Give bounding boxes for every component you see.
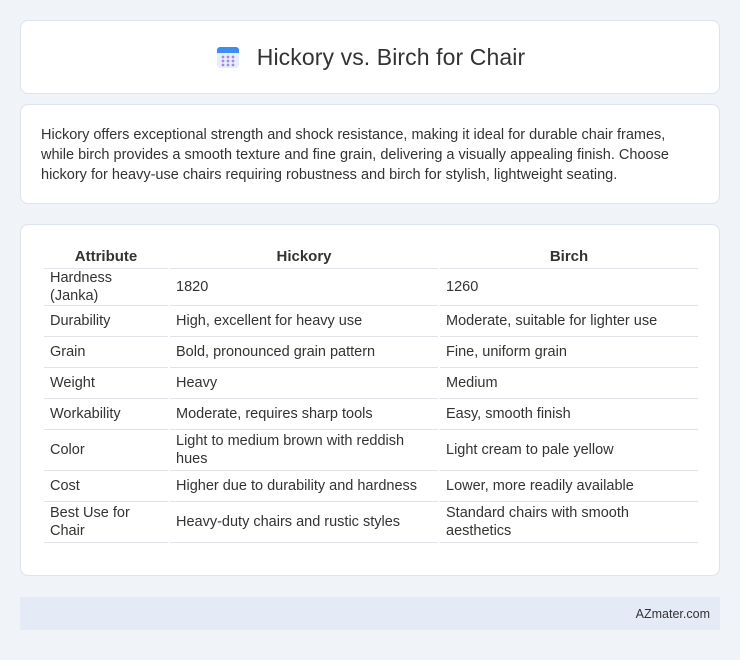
hickory-cell: Moderate, requires sharp tools	[170, 399, 438, 430]
summary-card: Hickory offers exceptional strength and …	[20, 104, 720, 204]
birch-cell: 1260	[440, 269, 698, 306]
birch-cell: Moderate, suitable for lighter use	[440, 306, 698, 337]
header-birch: Birch	[440, 247, 698, 269]
hickory-cell: Light to medium brown with reddish hues	[170, 430, 438, 471]
header-attribute: Attribute	[44, 247, 168, 269]
attribute-cell: Durability	[44, 306, 168, 337]
page-title: Hickory vs. Birch for Chair	[256, 43, 526, 70]
attribute-cell: Grain	[44, 337, 168, 368]
hickory-cell: Heavy-duty chairs and rustic styles	[170, 502, 438, 543]
table-header-row: Attribute Hickory Birch	[44, 247, 698, 269]
attribute-cell: Color	[44, 430, 168, 471]
table-row: Weight Heavy Medium	[44, 368, 698, 399]
header-hickory: Hickory	[170, 247, 438, 269]
attribute-cell: Cost	[44, 471, 168, 502]
table-row: Durability High, excellent for heavy use…	[44, 306, 698, 337]
hickory-cell: High, excellent for heavy use	[170, 306, 438, 337]
calendar-icon	[216, 47, 239, 68]
header-card: Hickory vs. Birch for Chair	[20, 20, 720, 94]
footer-source: AZmater.com	[635, 606, 710, 621]
hickory-cell: Heavy	[170, 368, 438, 399]
table-row: Color Light to medium brown with reddish…	[44, 430, 698, 471]
summary-text: Hickory offers exceptional strength and …	[41, 127, 669, 183]
table-row: Cost Higher due to durability and hardne…	[44, 471, 698, 502]
title-wrap: Hickory vs. Birch for Chair	[215, 44, 526, 71]
comparison-table: Attribute Hickory Birch Hardness (Janka)…	[42, 247, 700, 543]
table-row: Workability Moderate, requires sharp too…	[44, 399, 698, 430]
footer-bar: AZmater.com	[20, 597, 720, 630]
attribute-cell: Best Use for Chair	[44, 502, 168, 543]
birch-cell: Fine, uniform grain	[440, 337, 698, 368]
birch-cell: Medium	[440, 368, 698, 399]
hickory-cell: 1820	[170, 269, 438, 306]
birch-cell: Easy, smooth finish	[440, 399, 698, 430]
hickory-cell: Bold, pronounced grain pattern	[170, 337, 438, 368]
table-row: Grain Bold, pronounced grain pattern Fin…	[44, 337, 698, 368]
hickory-cell: Higher due to durability and hardness	[170, 471, 438, 502]
birch-cell: Light cream to pale yellow	[440, 430, 698, 471]
comparison-card: Attribute Hickory Birch Hardness (Janka)…	[20, 224, 720, 576]
birch-cell: Lower, more readily available	[440, 471, 698, 502]
table-row: Best Use for Chair Heavy-duty chairs and…	[44, 502, 698, 543]
attribute-cell: Weight	[44, 368, 168, 399]
birch-cell: Standard chairs with smooth aesthetics	[440, 502, 698, 543]
attribute-cell: Workability	[44, 399, 168, 430]
attribute-cell: Hardness (Janka)	[44, 269, 168, 306]
table-row: Hardness (Janka) 1820 1260	[44, 269, 698, 306]
